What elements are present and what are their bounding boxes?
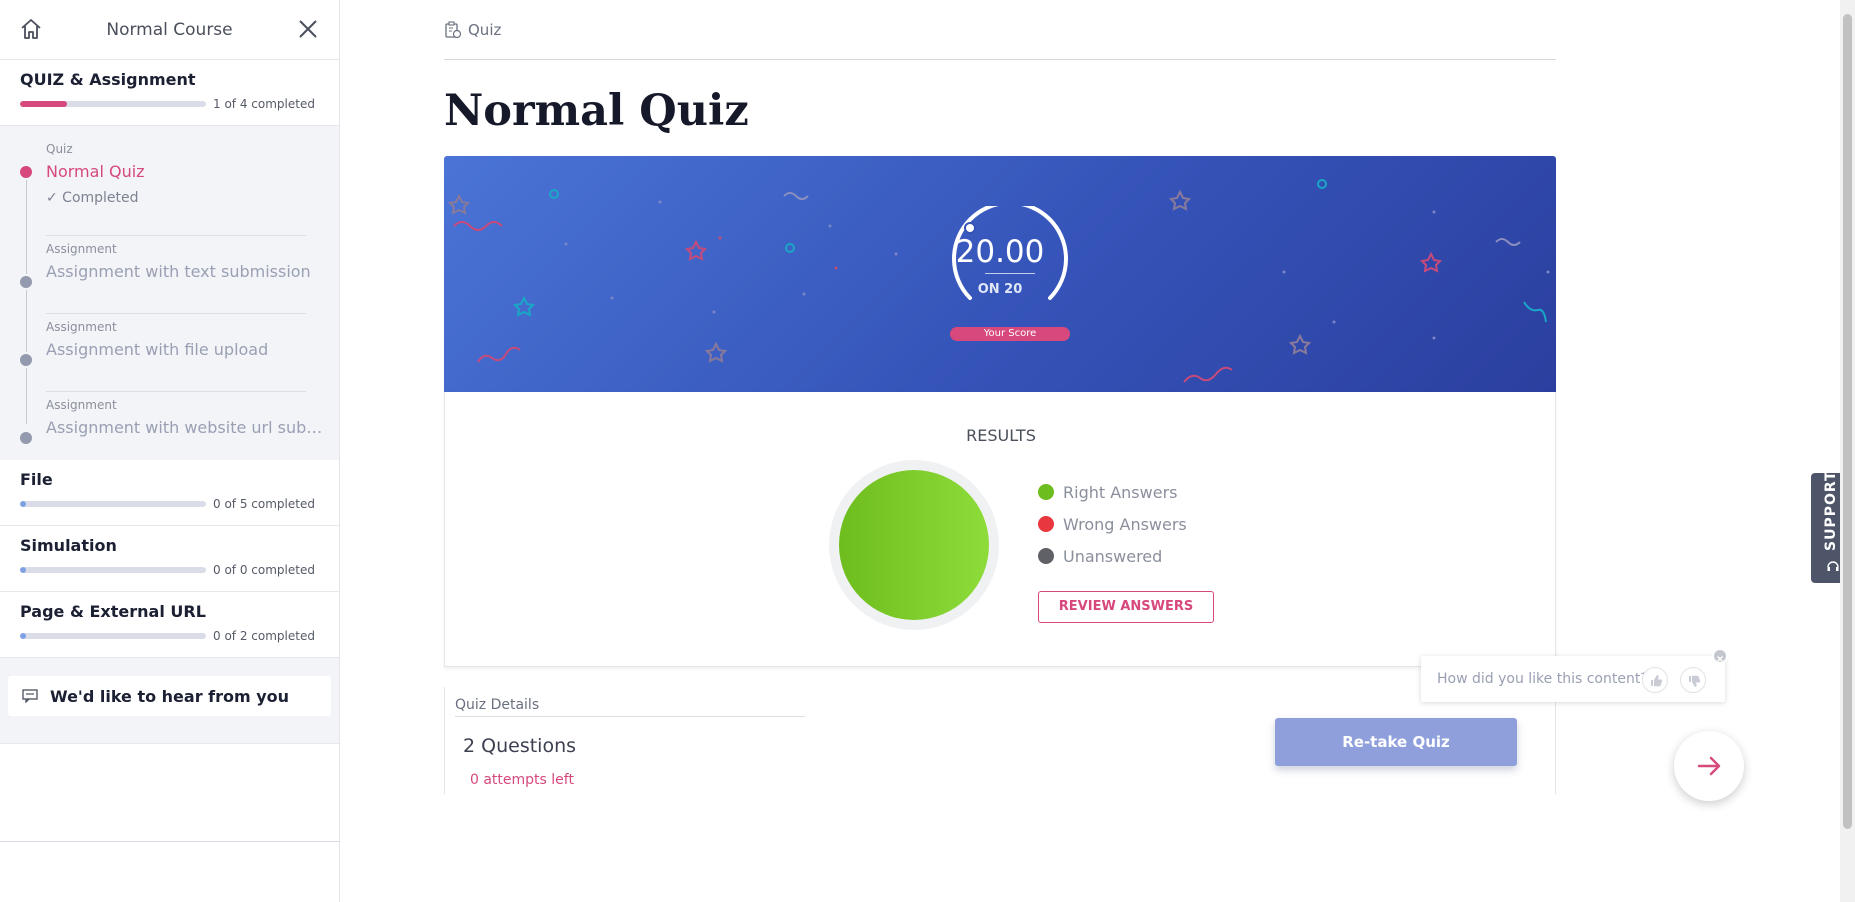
breadcrumb: Quiz (444, 0, 1556, 60)
section-title: File (20, 470, 53, 489)
list-item-text-assignment[interactable]: Assignment Assignment with text submissi… (0, 236, 339, 314)
scrollbar-thumb[interactable] (1843, 14, 1852, 829)
score-value: 20.00 (955, 234, 1045, 270)
content-rating-popup: How did you like this content? (1421, 648, 1728, 702)
item-kind: Assignment (46, 242, 117, 256)
home-icon[interactable] (18, 16, 44, 42)
quiz-details-label: Quiz Details (455, 697, 540, 713)
section-progress-text: 0 of 0 completed (213, 563, 315, 577)
feedback-button[interactable]: We'd like to hear from you (8, 676, 331, 716)
section-items: Quiz Normal Quiz ✓ Completed Assignment … (0, 126, 339, 460)
results-pie-chart (829, 460, 999, 630)
section-progress-bar (20, 633, 206, 639)
question-count: 2 Questions (463, 735, 577, 757)
section-title: Page & External URL (20, 602, 206, 621)
score-badge: Your Score (950, 327, 1070, 341)
section-title: QUIZ & Assignment (20, 70, 196, 89)
section-progress-bar (20, 501, 206, 507)
legend-label: Wrong Answers (1063, 514, 1187, 534)
timeline-dot (18, 164, 34, 180)
section-progress-fill (20, 101, 67, 107)
main-content: Quiz Normal Quiz 20.00 ON 20 Your Score … (444, 0, 1556, 667)
sidebar-footer-divider (0, 841, 340, 842)
item-name: Normal Quiz (46, 162, 145, 181)
next-button[interactable] (1674, 731, 1744, 801)
divider (1555, 687, 1556, 794)
feedback-label: We'd like to hear from you (50, 686, 290, 706)
timeline-dot (18, 430, 34, 446)
legend-item: Right Answers (1038, 476, 1187, 508)
support-label: SUPPORT (1823, 470, 1839, 551)
list-item-url-assignment[interactable]: Assignment Assignment with website url s… (0, 392, 339, 470)
item-kind: Assignment (46, 398, 117, 412)
close-icon[interactable] (295, 16, 321, 42)
section-progress-fill (20, 567, 26, 573)
scrollbar[interactable] (1840, 0, 1855, 902)
sidebar-header: Normal Course (0, 0, 339, 60)
headset-icon (1827, 561, 1839, 571)
section-progress-text: 0 of 2 completed (213, 629, 315, 643)
section-progress-bar (20, 101, 206, 107)
legend-label: Unanswered (1063, 546, 1163, 566)
legend-item: Unanswered (1038, 540, 1187, 572)
arrow-right-icon (1697, 756, 1721, 776)
divider (444, 687, 445, 794)
item-name: Assignment with text submission (46, 262, 311, 281)
thumbs-up-icon[interactable] (1642, 667, 1668, 693)
results-title: RESULTS (966, 426, 1036, 445)
section-progress-bar (20, 567, 206, 573)
retake-quiz-button[interactable]: Re-take Quiz (1275, 718, 1517, 766)
score-max: ON 20 (977, 282, 1023, 297)
course-title: Normal Course (106, 19, 233, 40)
breadcrumb-label: Quiz (468, 20, 502, 39)
thumbs-down-icon[interactable] (1680, 667, 1706, 693)
results-legend: Right Answers Wrong Answers Unanswered (1038, 476, 1187, 572)
close-icon[interactable] (1712, 648, 1728, 664)
legend-swatch (1038, 484, 1054, 500)
pie-slice-right-answers (839, 470, 989, 620)
score-banner: 20.00 ON 20 Your Score (444, 156, 1556, 392)
item-status: ✓ Completed (46, 190, 139, 206)
section-simulation[interactable]: Simulation 0 of 0 completed (0, 526, 339, 592)
page-title: Normal Quiz (444, 86, 749, 136)
review-answers-button[interactable]: REVIEW ANSWERS (1038, 591, 1214, 623)
course-sidebar: Normal Course QUIZ & Assignment 1 of 4 c… (0, 0, 340, 902)
section-progress-text: 0 of 5 completed (213, 497, 315, 511)
section-title: Simulation (20, 536, 117, 555)
rating-question: How did you like this content? (1437, 671, 1648, 687)
quiz-details: Quiz Details 2 Questions 0 attempts left… (444, 687, 1556, 794)
item-kind: Quiz (46, 142, 73, 156)
section-file[interactable]: File 0 of 5 completed (0, 460, 339, 526)
divider (455, 716, 805, 717)
section-page-external-url[interactable]: Page & External URL 0 of 2 completed (0, 592, 339, 658)
quiz-icon (445, 20, 462, 38)
list-item-normal-quiz[interactable]: Quiz Normal Quiz ✓ Completed (0, 136, 339, 236)
results-panel: RESULTS Right Answers Wrong Answers Unan… (444, 392, 1556, 667)
item-kind: Assignment (46, 320, 117, 334)
feedback-icon (22, 689, 38, 703)
section-progress-text: 1 of 4 completed (213, 97, 315, 111)
legend-label: Right Answers (1063, 482, 1178, 502)
item-name: Assignment with website url submi... (46, 418, 332, 437)
item-name: Assignment with file upload (46, 340, 269, 359)
timeline-dot (18, 274, 34, 290)
legend-swatch (1038, 548, 1054, 564)
section-quiz-assignment[interactable]: QUIZ & Assignment 1 of 4 completed (0, 60, 339, 126)
legend-swatch (1038, 516, 1054, 532)
section-progress-fill (20, 501, 26, 507)
feedback-area: We'd like to hear from you (0, 658, 339, 744)
attempts-left: 0 attempts left (470, 772, 574, 788)
score-divider (985, 273, 1035, 274)
timeline-dot (18, 352, 34, 368)
legend-item: Wrong Answers (1038, 508, 1187, 540)
section-progress-fill (20, 633, 26, 639)
list-item-file-assignment[interactable]: Assignment Assignment with file upload (0, 314, 339, 392)
